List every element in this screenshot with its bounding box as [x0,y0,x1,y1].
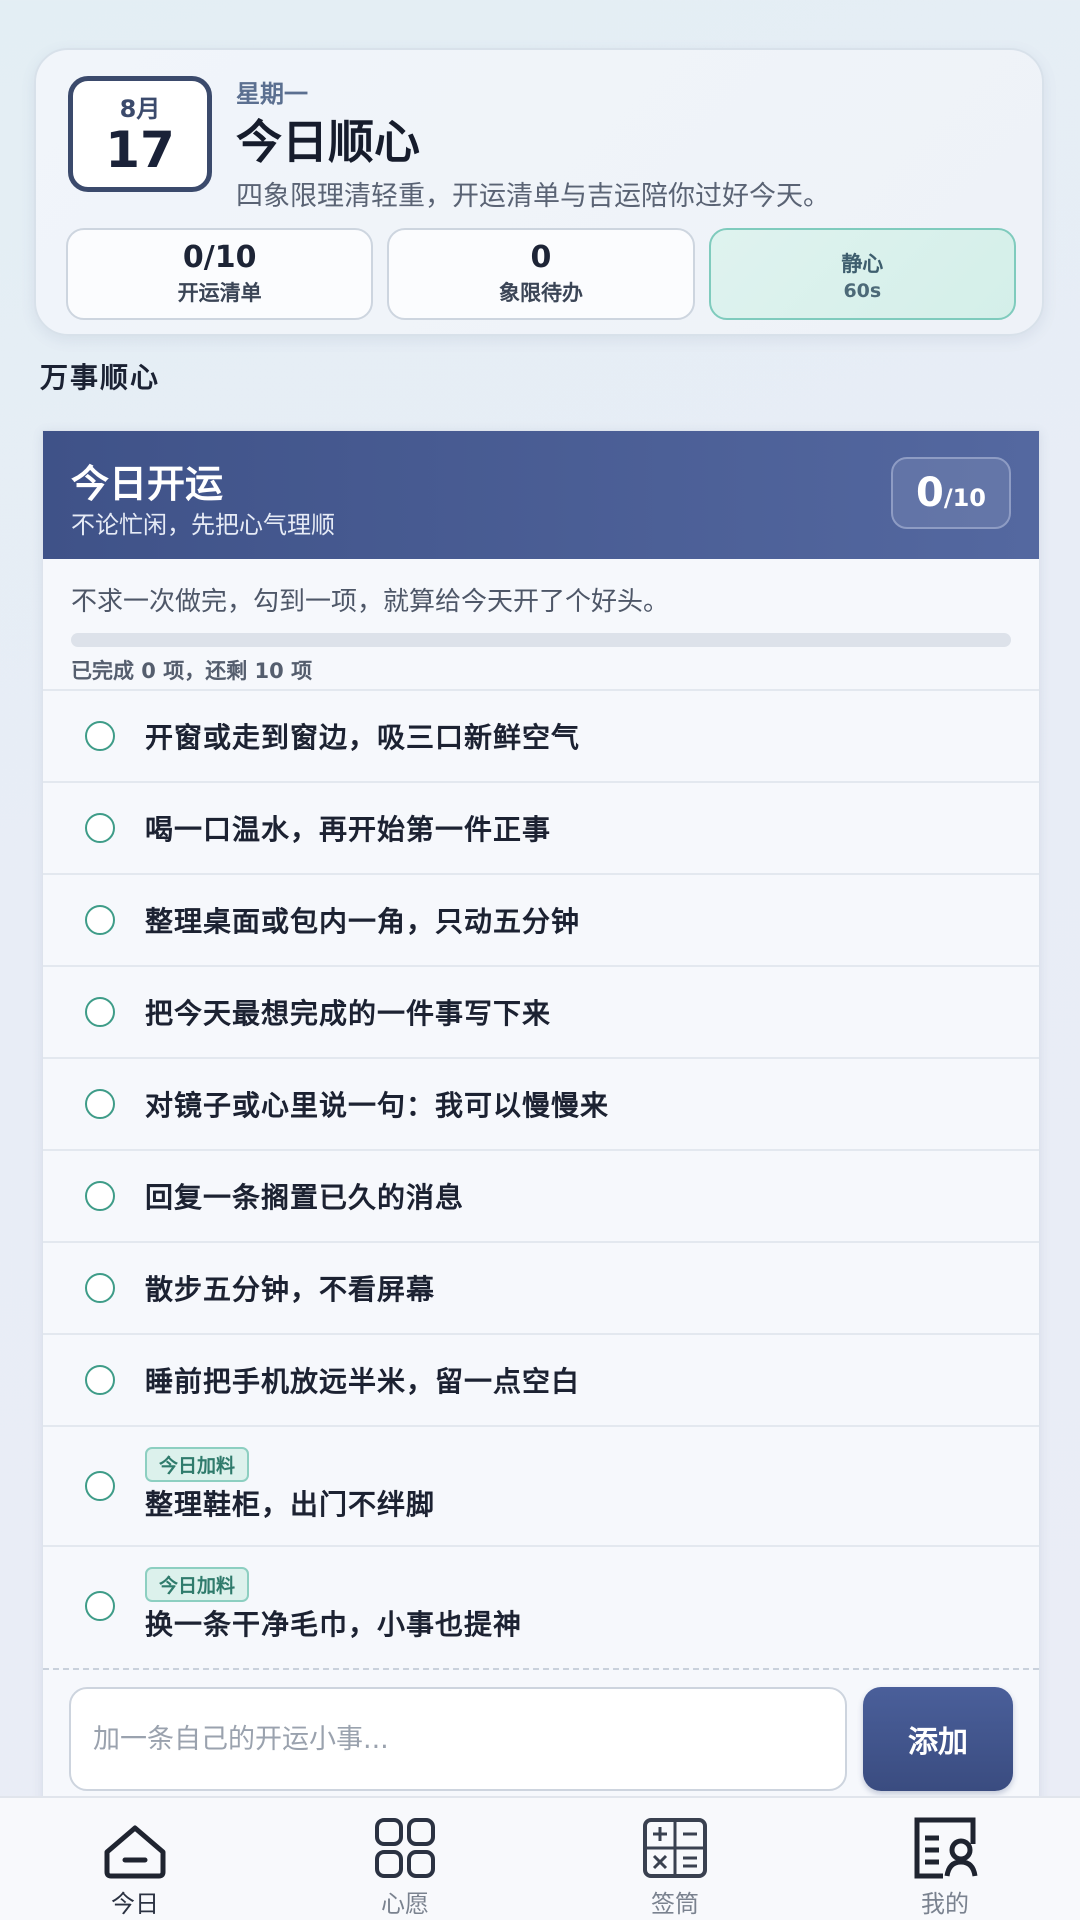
checklist-banner: 今日开运 不论忙闲，先把心气理顺 0/10 [43,431,1039,559]
bottom-nav: 今日 心愿 签筒 我的 [0,1796,1080,1920]
checkbox-circle-icon[interactable] [85,1365,115,1395]
stat-label: 开运清单 [177,281,262,305]
task-label: 开窗或走到窗边，吸三口新鲜空气 [145,721,581,754]
task-item[interactable]: 今日加料 换一条干净毛巾，小事也提神 [43,1545,1039,1665]
nav-item-fortune-tube[interactable]: 签筒 [540,1798,810,1920]
task-label: 对镜子或心里说一句：我可以慢慢来 [145,1089,610,1122]
date-day: 17 [105,121,175,179]
task-extra-tag: 今日加料 [145,1447,250,1482]
task-item[interactable]: 喝一口温水，再开始第一件正事 [43,781,1039,873]
task-item[interactable]: 对镜子或心里说一句：我可以慢慢来 [43,1057,1039,1149]
counter-total: /10 [943,484,986,512]
task-label: 散步五分钟，不看屏幕 [145,1273,436,1306]
calm-label: 静心 [841,252,884,276]
checkbox-circle-icon[interactable] [85,1591,115,1621]
nav-item-mine[interactable]: 我的 [810,1798,1080,1920]
date-month: 8月 [119,95,161,123]
nav-label: 心愿 [381,1890,429,1918]
task-item[interactable]: 散步五分钟，不看屏幕 [43,1241,1039,1333]
task-item[interactable]: 回复一条搁置已久的消息 [43,1149,1039,1241]
date-header-card: 8月 17 星期一 今日顺心 四象限理清轻重，开运清单与吉运陪你过好今天。 0/… [34,48,1044,336]
checkbox-circle-icon[interactable] [85,1273,115,1303]
checklist-subtitle: 不论忙闲，先把心气理顺 [71,511,335,539]
progress-text: 已完成 0 项，还剩 10 项 [71,659,313,683]
nav-label: 签筒 [651,1890,699,1918]
checklist-counter-badge: 0/10 [891,457,1011,529]
checkbox-circle-icon[interactable] [85,997,115,1027]
task-label: 整理桌面或包内一角，只动五分钟 [145,905,581,938]
progress-bar [71,633,1011,647]
stat-fortune-list[interactable]: 0/10 开运清单 [66,228,374,320]
home-icon [104,1825,166,1879]
checklist-title: 今日开运 [71,462,224,506]
checkbox-circle-icon[interactable] [85,813,115,843]
task-label: 换一条干净毛巾，小事也提神 [145,1608,523,1641]
nav-label: 我的 [921,1890,969,1918]
task-item[interactable]: 把今天最想完成的一件事写下来 [43,965,1039,1057]
nav-item-today[interactable]: 今日 [0,1798,270,1920]
task-item[interactable]: 整理桌面或包内一角，只动五分钟 [43,873,1039,965]
page-subtitle: 四象限理清轻重，开运清单与吉运陪你过好今天。 [236,181,830,212]
task-label: 整理鞋柜，出门不绊脚 [145,1488,436,1521]
calm-duration: 60s [843,280,882,302]
calculator-icon [643,1818,707,1878]
counter-done: 0 [915,470,944,516]
fortune-checklist-card: 今日开运 不论忙闲，先把心气理顺 0/10 不求一次做完，勾到一项，就算给今天开… [42,430,1040,1920]
task-label: 睡前把手机放远半米，留一点空白 [145,1365,581,1398]
nav-label: 今日 [111,1890,159,1918]
calendar-date-box: 8月 17 [68,76,212,192]
stats-row: 0/10 开运清单 0 象限待办 静心 60s [66,228,1016,320]
task-list: 开窗或走到窗边，吸三口新鲜空气 喝一口温水，再开始第一件正事 整理桌面或包内一角… [43,689,1039,1665]
checkbox-circle-icon[interactable] [85,1089,115,1119]
task-extra-tag: 今日加料 [145,1567,250,1602]
checkbox-circle-icon[interactable] [85,1181,115,1211]
page-title: 今日顺心 [236,115,420,169]
weekday-label: 星期一 [236,80,308,108]
stat-label: 象限待办 [498,281,583,305]
stat-quadrant-todo[interactable]: 0 象限待办 [387,228,695,320]
grid-icon [375,1818,435,1878]
checklist-motto: 不求一次做完，勾到一项，就算给今天开了个好头。 [71,587,670,617]
add-task-input[interactable] [69,1687,847,1791]
calm-meditation-button[interactable]: 静心 60s [708,228,1016,320]
task-item[interactable]: 睡前把手机放远半米，留一点空白 [43,1333,1039,1425]
task-label: 喝一口温水，再开始第一件正事 [145,813,552,846]
add-task-button[interactable]: 添加 [863,1687,1013,1791]
task-item[interactable]: 今日加料 整理鞋柜，出门不绊脚 [43,1425,1039,1545]
profile-card-icon [914,1817,978,1879]
checkbox-circle-icon[interactable] [85,905,115,935]
stat-value: 0 [530,240,552,275]
nav-item-wish[interactable]: 心愿 [270,1798,540,1920]
checkbox-circle-icon[interactable] [85,1471,115,1501]
task-item[interactable]: 开窗或走到窗边，吸三口新鲜空气 [43,689,1039,781]
task-label: 回复一条搁置已久的消息 [145,1181,465,1214]
checkbox-circle-icon[interactable] [85,721,115,751]
dashed-divider [43,1668,1039,1670]
task-label: 把今天最想完成的一件事写下来 [145,997,552,1030]
section-title: 万事顺心 [40,361,161,394]
stat-value: 0/10 [182,240,257,275]
